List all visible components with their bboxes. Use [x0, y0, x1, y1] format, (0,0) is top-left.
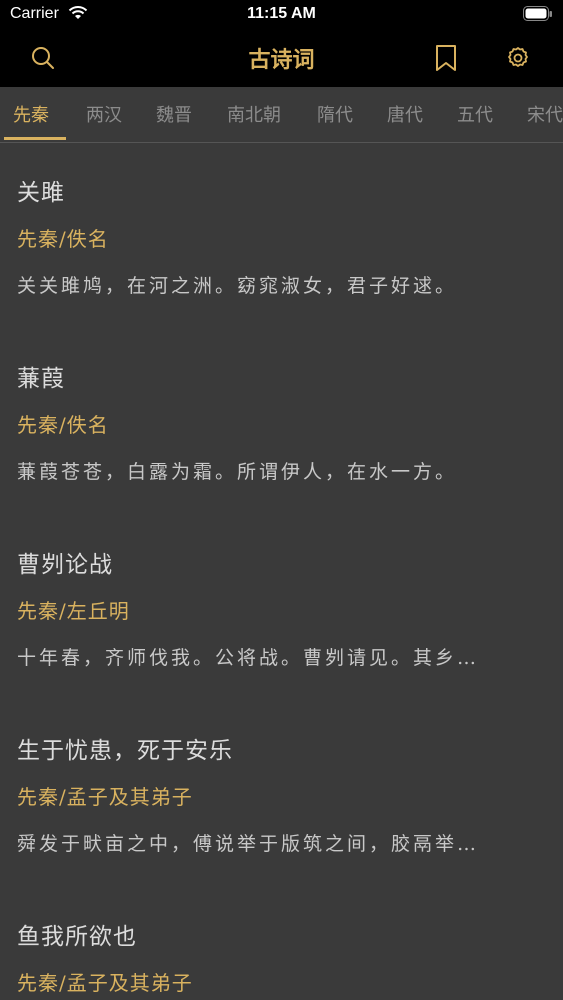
poem-list-item[interactable]: 关雎 先秦/佚名 关关雎鸠，在河之洲。窈窕淑女，君子好逑。 [0, 143, 563, 329]
poem-title: 鱼我所欲也 [17, 924, 137, 950]
poem-author: 先秦/佚名 [17, 227, 109, 251]
tab-tangdai[interactable]: 唐代 [387, 101, 423, 127]
page-title: 古诗词 [248, 48, 315, 73]
poem-title: 蒹葭 [17, 366, 65, 392]
tab-lianghan[interactable]: 两汉 [86, 101, 122, 127]
poem-list-item[interactable]: 鱼我所欲也 先秦/孟子及其弟子 [0, 887, 563, 1000]
poem-author: 先秦/左丘明 [17, 599, 130, 623]
dynasty-tab-strip[interactable]: 先秦 两汉 魏晋 南北朝 隋代 唐代 五代 宋代 [0, 87, 563, 143]
poem-title: 关雎 [17, 180, 65, 206]
poem-author: 先秦/佚名 [17, 413, 109, 437]
tab-songdai[interactable]: 宋代 [527, 101, 563, 127]
poem-title: 生于忧患，死于安乐 [17, 738, 233, 764]
poem-list-item[interactable]: 曹刿论战 先秦/左丘明 十年春，齐师伐我。公将战。曹刿请见。其乡… [0, 515, 563, 701]
poem-excerpt: 舜发于畎亩之中，傅说举于版筑之间，胶鬲举… [17, 833, 480, 855]
poem-excerpt: 十年春，齐师伐我。公将战。曹刿请见。其乡… [17, 647, 480, 669]
settings-icon[interactable] [503, 43, 533, 73]
active-tab-indicator [4, 137, 66, 140]
poem-excerpt: 蒹葭苍苍，白露为霜。所谓伊人，在水一方。 [17, 461, 458, 483]
poem-list-item[interactable]: 蒹葭 先秦/佚名 蒹葭苍苍，白露为霜。所谓伊人，在水一方。 [0, 329, 563, 515]
poem-author: 先秦/孟子及其弟子 [17, 971, 193, 995]
bookmark-icon[interactable] [431, 43, 461, 73]
tab-nanbeichao[interactable]: 南北朝 [227, 101, 281, 127]
battery-icon [523, 6, 553, 27]
status-bar: Carrier 11:15 AM [0, 0, 563, 30]
poem-author: 先秦/孟子及其弟子 [17, 785, 193, 809]
status-time: 11:15 AM [247, 5, 316, 22]
tab-weijin[interactable]: 魏晋 [156, 101, 192, 127]
nav-bar: 古诗词 [0, 30, 563, 87]
poem-title: 曹刿论战 [17, 552, 113, 578]
poem-list-item[interactable]: 生于忧患，死于安乐 先秦/孟子及其弟子 舜发于畎亩之中，傅说举于版筑之间，胶鬲举… [0, 701, 563, 887]
poem-excerpt: 关关雎鸠，在河之洲。窈窕淑女，君子好逑。 [17, 275, 458, 297]
tab-suidai[interactable]: 隋代 [317, 101, 353, 127]
tab-xianqin[interactable]: 先秦 [13, 101, 49, 127]
tab-wudai[interactable]: 五代 [457, 101, 493, 127]
